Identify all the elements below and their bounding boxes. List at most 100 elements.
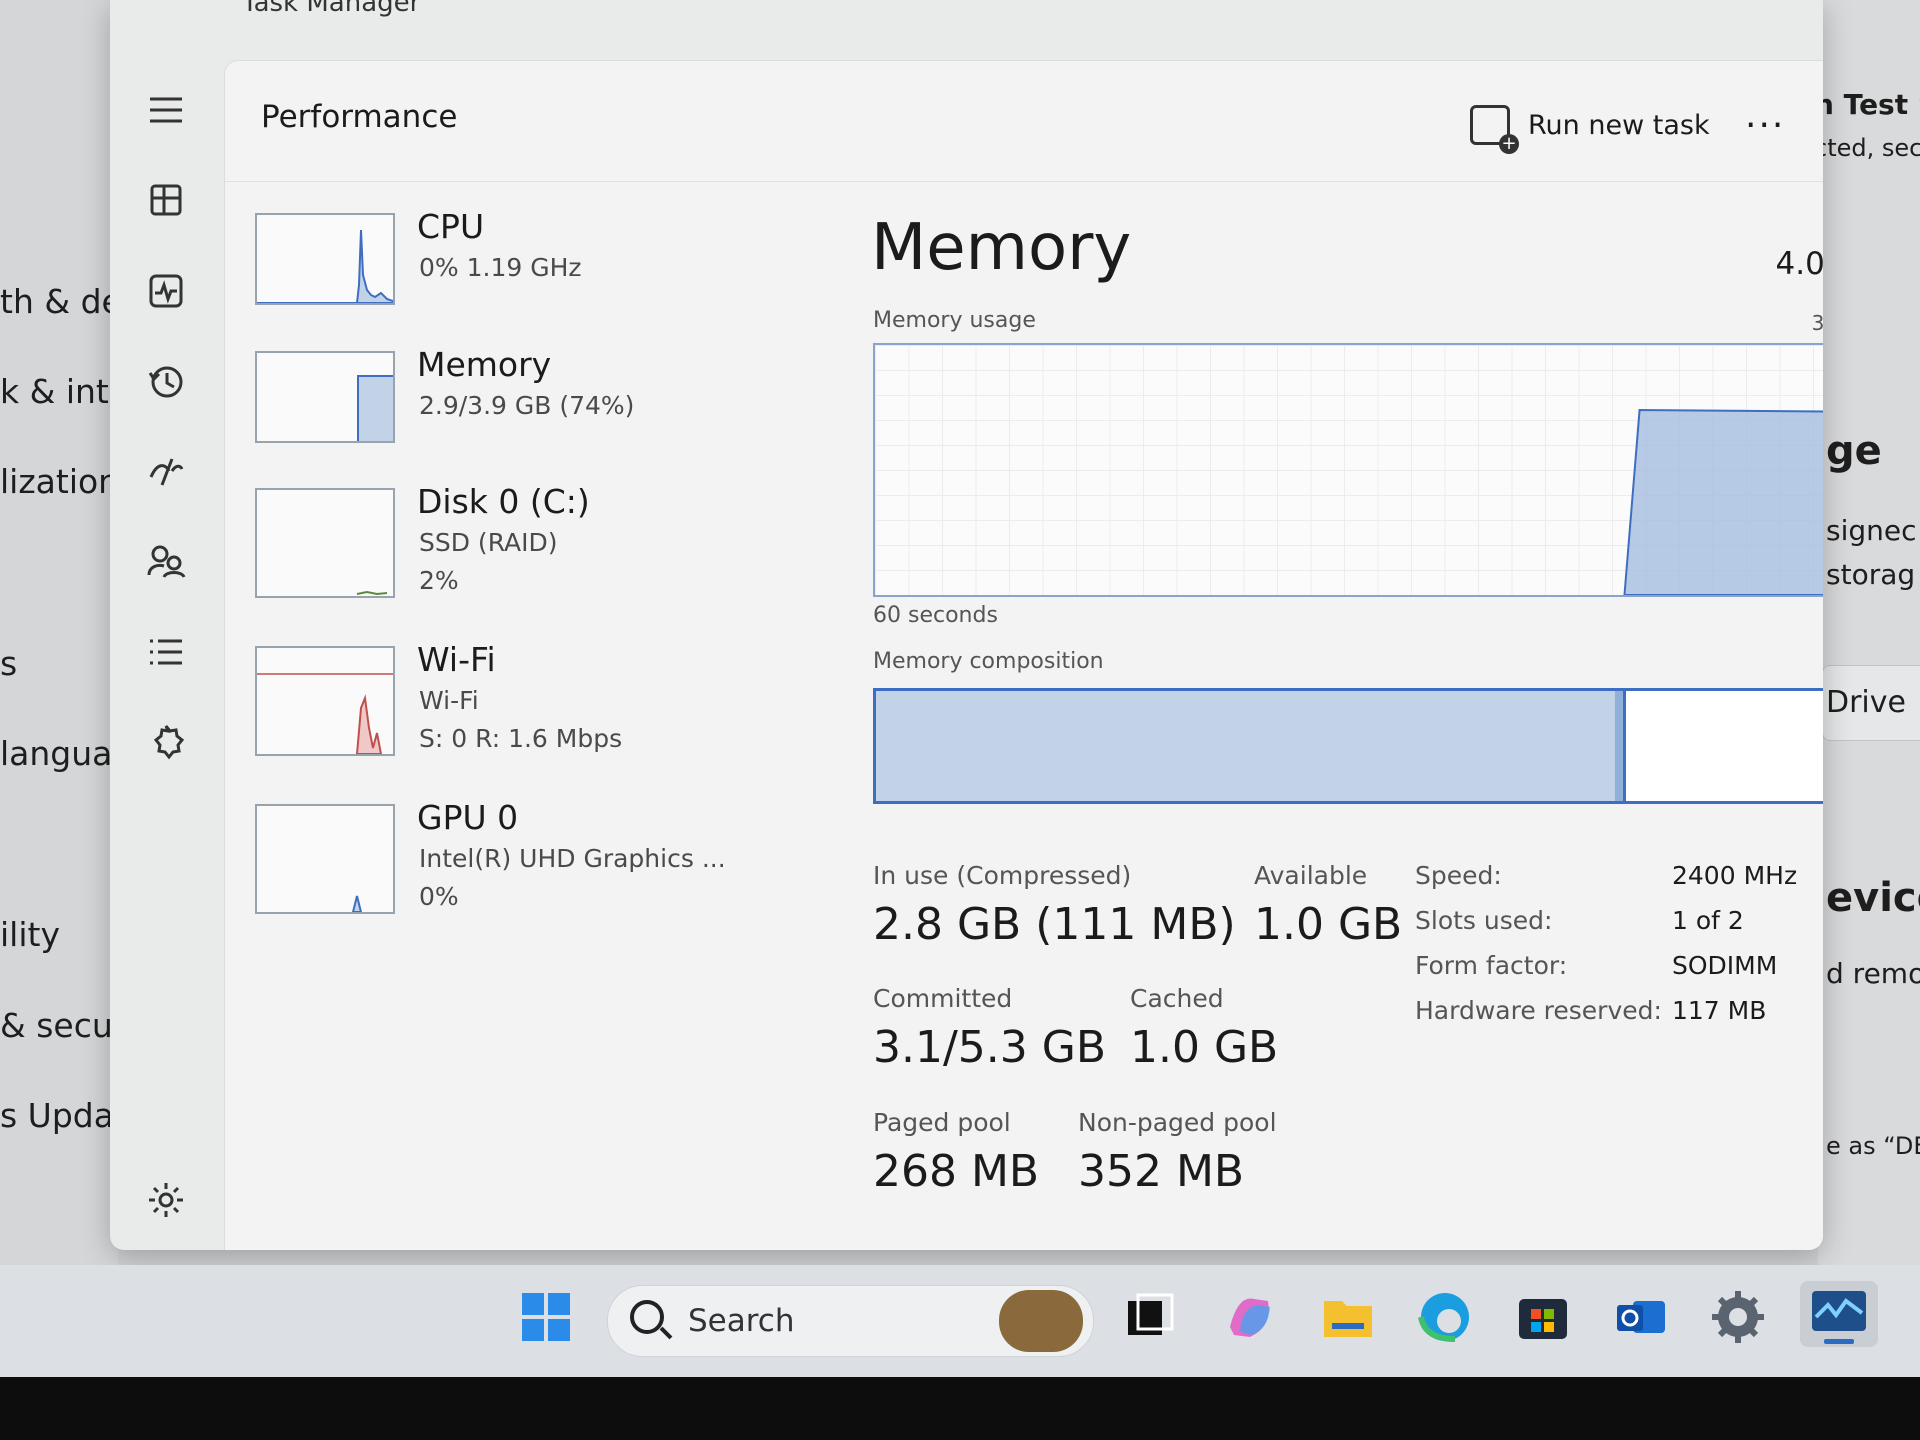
run-new-task-label: Run new task bbox=[1528, 109, 1710, 141]
device-name: Wi-Fi bbox=[417, 640, 496, 679]
property-key: Form factor: bbox=[1415, 951, 1568, 980]
wifi-thumbnail bbox=[255, 646, 395, 756]
device-disk[interactable]: Disk 0 (C:) SSD (RAID) 2% bbox=[255, 482, 725, 608]
memory-usage-area bbox=[1623, 408, 1823, 595]
taskbar: Search bbox=[0, 1265, 1920, 1377]
non-paged-pool-label: Non-paged pool bbox=[1078, 1108, 1277, 1137]
services-icon[interactable] bbox=[146, 722, 186, 762]
settings-heading: n Test St bbox=[1818, 88, 1920, 121]
settings-text: d remov bbox=[1826, 957, 1920, 990]
device-detail: SSD (RAID) bbox=[419, 528, 558, 557]
settings-icon[interactable] bbox=[1708, 1287, 1768, 1347]
memory-thumbnail bbox=[255, 351, 395, 443]
hamburger-menu-icon[interactable] bbox=[146, 90, 186, 130]
device-name: Memory bbox=[417, 345, 552, 384]
windows-start-icon[interactable] bbox=[516, 1287, 576, 1347]
device-gpu[interactable]: GPU 0 Intel(R) UHD Graphics ... 0% bbox=[255, 798, 726, 924]
committed-value: 3.1/5.3 GB bbox=[873, 1022, 1107, 1073]
property-key: Slots used: bbox=[1415, 906, 1553, 935]
available-value: 1.0 GB bbox=[1254, 899, 1403, 950]
memory-composition-bar bbox=[873, 688, 1823, 804]
settings-nav-item[interactable]: ility bbox=[0, 915, 60, 954]
cached-label: Cached bbox=[1130, 984, 1224, 1013]
device-detail: Wi-Fi bbox=[419, 686, 479, 715]
processes-icon[interactable] bbox=[146, 180, 186, 220]
non-paged-pool-value: 352 MB bbox=[1078, 1146, 1245, 1197]
time-axis-left-label: 60 seconds bbox=[873, 603, 998, 628]
device-cpu[interactable]: CPU 0% 1.19 GHz bbox=[255, 207, 725, 333]
search-icon bbox=[630, 1300, 664, 1334]
settings-text: storag bbox=[1826, 558, 1916, 591]
settings-nav-item[interactable]: s bbox=[0, 644, 17, 683]
header-divider bbox=[225, 181, 1823, 182]
device-detail: 0% 1.19 GHz bbox=[419, 253, 582, 282]
composition-modified bbox=[1615, 691, 1627, 801]
task-manager-icon[interactable] bbox=[1800, 1281, 1878, 1347]
paged-pool-value: 268 MB bbox=[873, 1146, 1040, 1197]
settings-text: signec bbox=[1826, 514, 1917, 547]
run-new-task-icon bbox=[1470, 105, 1519, 154]
more-options-button[interactable]: ... bbox=[1745, 95, 1785, 136]
app-history-icon[interactable] bbox=[146, 361, 186, 401]
memory-heading: Memory bbox=[871, 211, 1132, 285]
drive-button-label: Drive bbox=[1826, 685, 1906, 720]
settings-text: cted, secu bbox=[1818, 134, 1920, 162]
property-key: Hardware reserved: bbox=[1415, 996, 1662, 1025]
task-view-icon[interactable] bbox=[1120, 1287, 1180, 1347]
cpu-thumbnail bbox=[255, 213, 395, 305]
settings-nav-item[interactable]: lization bbox=[0, 462, 119, 501]
device-name: GPU 0 bbox=[417, 798, 519, 837]
copilot-icon[interactable] bbox=[1220, 1287, 1280, 1347]
edge-icon[interactable] bbox=[1415, 1287, 1475, 1347]
nav-rail bbox=[110, 0, 225, 1250]
memory-composition-label: Memory composition bbox=[873, 649, 1104, 674]
settings-text: e as “DE bbox=[1826, 1132, 1920, 1160]
startup-apps-icon[interactable] bbox=[146, 451, 186, 491]
device-detail: 2% bbox=[419, 566, 459, 595]
window-title: Task Manager bbox=[242, 0, 421, 18]
taskbar-search-box[interactable]: Search bbox=[607, 1285, 1094, 1357]
memory-usage-chart bbox=[873, 343, 1823, 597]
background-settings-left: th & dev k & inter lization s languag il… bbox=[0, 0, 143, 1265]
device-detail: Intel(R) UHD Graphics ... bbox=[419, 844, 726, 873]
memory-total: 4.0 GB bbox=[1775, 246, 1823, 282]
device-detail: S: 0 R: 1.6 Mbps bbox=[419, 724, 623, 753]
device-wifi[interactable]: Wi-Fi Wi-Fi S: 0 R: 1.6 Mbps bbox=[255, 640, 725, 766]
property-key: Speed: bbox=[1415, 861, 1502, 890]
content-area: Performance Run new task ... CPU 0% 1.19… bbox=[224, 60, 1823, 1250]
device-name: CPU bbox=[417, 207, 485, 246]
settings-heading: ge bbox=[1826, 428, 1882, 474]
in-use-value: 2.8 GB (111 MB) bbox=[873, 899, 1236, 950]
performance-icon[interactable] bbox=[146, 271, 186, 311]
memory-usage-label: Memory usage bbox=[873, 308, 1036, 333]
property-value: 117 MB bbox=[1672, 996, 1767, 1025]
device-detail: 2.9/3.9 GB (74%) bbox=[419, 391, 635, 420]
users-icon[interactable] bbox=[146, 541, 186, 581]
file-explorer-icon[interactable] bbox=[1318, 1287, 1378, 1347]
memory-usage-max: 3.9 GB bbox=[1811, 311, 1823, 335]
committed-label: Committed bbox=[873, 984, 1013, 1013]
memory-thumbnail-fill bbox=[357, 375, 393, 441]
available-label: Available bbox=[1254, 861, 1368, 890]
store-icon[interactable] bbox=[1513, 1287, 1573, 1347]
desk-edge bbox=[0, 1377, 1920, 1440]
gpu-thumbnail bbox=[255, 804, 395, 914]
settings-heading: evice bbox=[1826, 875, 1920, 921]
paged-pool-label: Paged pool bbox=[873, 1108, 1011, 1137]
device-memory[interactable]: Memory 2.9/3.9 GB (74%) bbox=[255, 345, 725, 471]
settings-nav-item[interactable]: s Updat bbox=[0, 1096, 127, 1135]
details-icon[interactable] bbox=[146, 632, 186, 672]
outlook-icon[interactable] bbox=[1611, 1287, 1671, 1347]
property-value: 1 of 2 bbox=[1672, 906, 1744, 935]
settings-gear-icon[interactable] bbox=[146, 1180, 186, 1220]
search-highlight-icon bbox=[999, 1290, 1083, 1352]
device-detail: 0% bbox=[419, 882, 459, 911]
search-placeholder: Search bbox=[688, 1303, 795, 1339]
page-title: Performance bbox=[261, 99, 458, 135]
composition-in-use bbox=[876, 691, 1619, 801]
device-name: Disk 0 (C:) bbox=[417, 482, 590, 521]
property-value: 2400 MHz bbox=[1672, 861, 1798, 890]
disk-thumbnail bbox=[255, 488, 395, 598]
cached-value: 1.0 GB bbox=[1130, 1022, 1279, 1073]
run-new-task-button[interactable]: Run new task bbox=[1470, 105, 1710, 154]
